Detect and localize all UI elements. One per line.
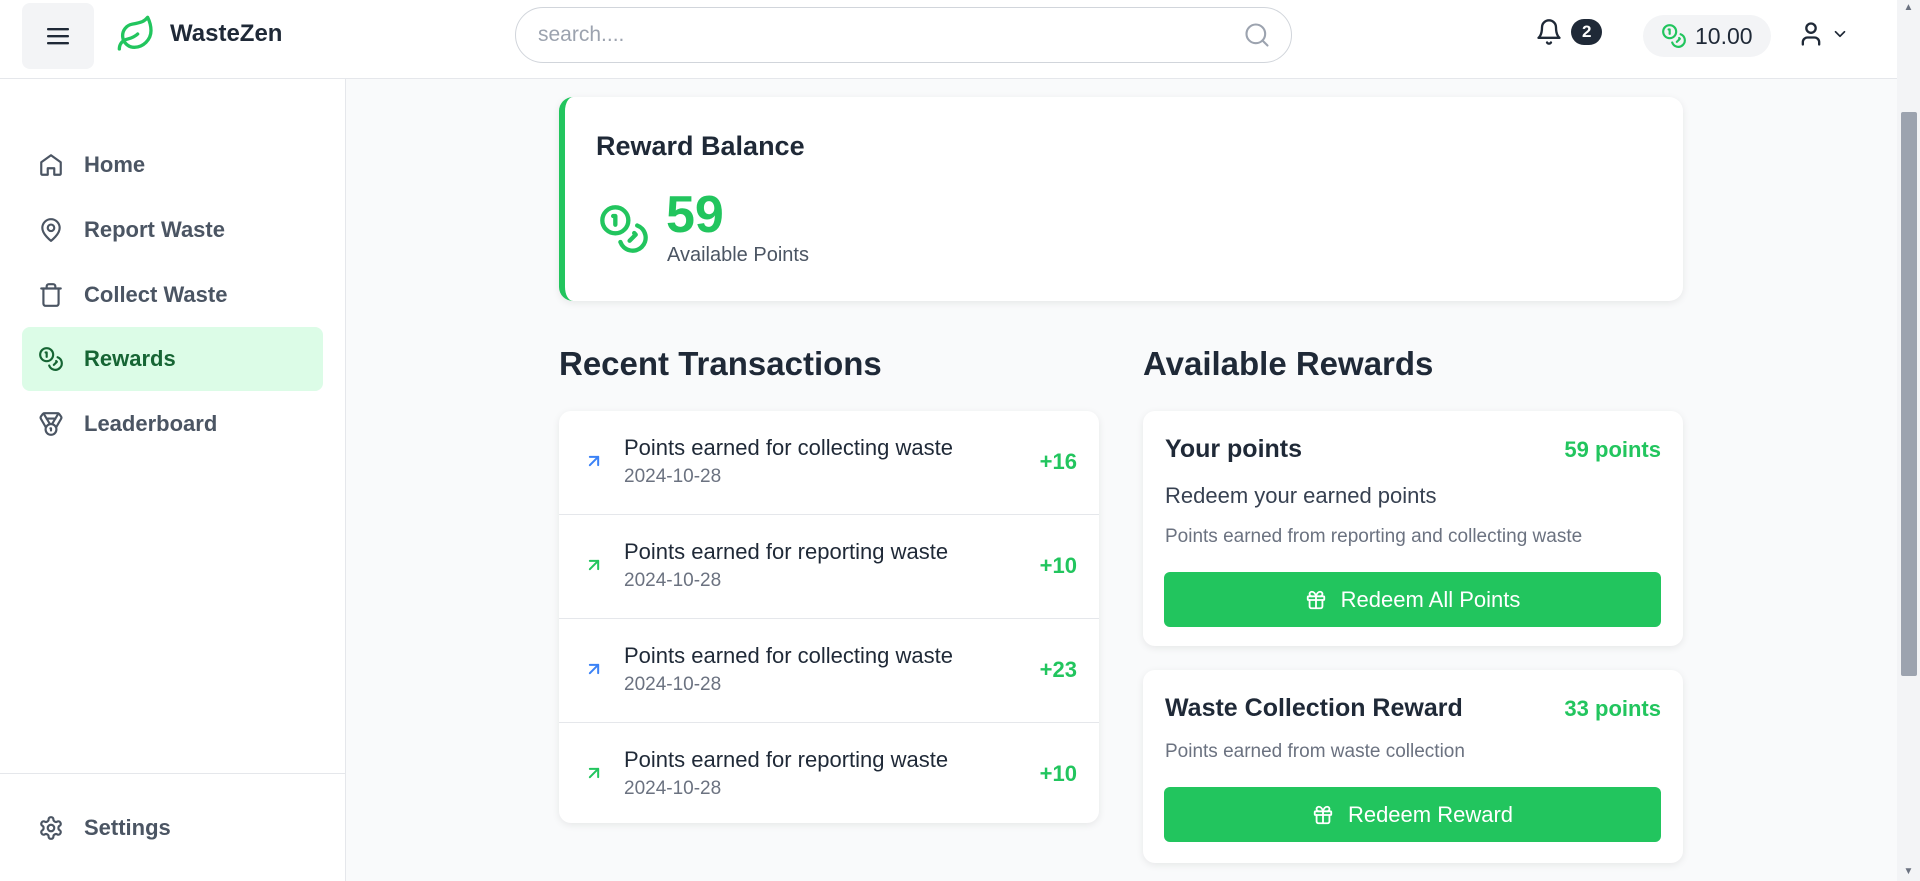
- coins-icon: [600, 205, 648, 253]
- transaction-date: 2024-10-28: [624, 570, 722, 591]
- reward-description: Points earned from reporting and collect…: [1165, 526, 1583, 547]
- reward-balance-title: Reward Balance: [596, 131, 805, 161]
- button-label: Redeem All Points: [1340, 586, 1521, 612]
- home-icon: [40, 154, 62, 176]
- reward-name: Waste Collection Reward: [1165, 694, 1463, 722]
- scroll-thumb[interactable]: [1901, 112, 1917, 676]
- transaction-date: 2024-10-28: [624, 674, 722, 695]
- search-bar[interactable]: [515, 7, 1292, 63]
- page-scrollbar[interactable]: ▲ ▼: [1897, 0, 1920, 881]
- transaction-row: Points earned for reporting waste 2024-1…: [559, 515, 1099, 619]
- search-icon[interactable]: [1243, 21, 1271, 49]
- reward-points: 33 points: [1564, 696, 1661, 721]
- sidebar-item-settings[interactable]: Settings: [22, 796, 323, 860]
- scroll-up-arrow[interactable]: ▲: [1897, 2, 1920, 13]
- sidebar: Home Report Waste Collect Waste Rewards …: [0, 79, 346, 881]
- hamburger-icon: [47, 28, 69, 45]
- transaction-amount: +23: [1039, 657, 1077, 682]
- reward-description: Points earned from waste collection: [1165, 741, 1465, 762]
- available-rewards-title: Available Rewards: [1143, 345, 1434, 382]
- reward-card-waste-collection: Waste Collection Reward 33 points Points…: [1143, 670, 1683, 863]
- top-header: WasteZen 2 10.00: [0, 0, 1897, 79]
- sidebar-item-label: Rewards: [84, 346, 176, 371]
- gift-icon: [1306, 590, 1325, 609]
- notifications-button[interactable]: 2: [1535, 18, 1603, 46]
- sidebar-item-label: Leaderboard: [84, 411, 218, 436]
- coins-icon: [1662, 24, 1686, 48]
- sidebar-item-collect-waste[interactable]: Collect Waste: [22, 263, 323, 327]
- sidebar-item-leaderboard[interactable]: Leaderboard: [22, 392, 323, 456]
- reward-card-your-points: Your points 59 points Redeem your earned…: [1143, 411, 1683, 646]
- transaction-date: 2024-10-28: [624, 466, 722, 487]
- app-logo[interactable]: WasteZen: [116, 14, 282, 54]
- notification-badge: 2: [1571, 19, 1603, 45]
- medal-icon: [39, 412, 63, 436]
- app-name: WasteZen: [170, 20, 283, 47]
- balance-display: 10.00: [1643, 15, 1771, 57]
- transaction-date: 2024-10-28: [624, 778, 722, 799]
- transaction-description: Points earned for reporting waste: [624, 747, 949, 772]
- arrow-up-right-icon: [588, 559, 600, 571]
- leaf-icon: [117, 15, 153, 51]
- sidebar-item-home[interactable]: Home: [22, 133, 323, 197]
- transaction-description: Points earned for collecting waste: [624, 435, 953, 460]
- chevron-down-icon: [1834, 30, 1846, 38]
- reward-subtitle: Redeem your earned points: [1165, 483, 1437, 508]
- menu-button[interactable]: [22, 3, 94, 69]
- map-pin-icon: [41, 218, 61, 242]
- transaction-row: Points earned for collecting waste 2024-…: [559, 619, 1099, 723]
- reward-name: Your points: [1165, 435, 1303, 463]
- coins-icon: [39, 347, 63, 371]
- sidebar-item-label: Settings: [84, 815, 171, 840]
- arrow-up-right-icon: [588, 767, 600, 779]
- bell-icon: [1537, 19, 1561, 45]
- balance-value: 10.00: [1695, 22, 1753, 49]
- transaction-amount: +10: [1039, 553, 1077, 578]
- sidebar-item-label: Collect Waste: [84, 282, 228, 307]
- sidebar-item-label: Report Waste: [84, 217, 225, 242]
- sidebar-item-rewards[interactable]: Rewards: [22, 327, 323, 391]
- sidebar-item-label: Home: [84, 152, 146, 177]
- transaction-amount: +10: [1039, 761, 1077, 786]
- user-icon: [1801, 22, 1821, 46]
- search-input[interactable]: [538, 23, 1243, 47]
- scroll-down-arrow[interactable]: ▼: [1897, 866, 1920, 877]
- transaction-description: Points earned for collecting waste: [624, 643, 953, 668]
- user-menu-button[interactable]: [1797, 20, 1849, 48]
- recent-transactions-title: Recent Transactions: [559, 345, 882, 382]
- reward-balance-card: Reward Balance 59 Available Points: [559, 97, 1683, 301]
- redeem-all-points-button[interactable]: Redeem All Points: [1164, 572, 1661, 627]
- reward-points: 59 points: [1564, 437, 1661, 462]
- transaction-description: Points earned for reporting waste: [624, 539, 949, 564]
- gear-icon: [40, 816, 62, 840]
- gift-icon: [1313, 805, 1333, 824]
- trash-icon: [40, 283, 62, 307]
- transaction-amount: +16: [1039, 449, 1077, 474]
- transactions-list: Points earned for collecting waste 2024-…: [559, 411, 1099, 823]
- transaction-row: Points earned for collecting waste 2024-…: [559, 411, 1099, 515]
- sidebar-item-report-waste[interactable]: Report Waste: [22, 198, 323, 262]
- available-points-value: 59: [666, 186, 724, 244]
- arrow-up-right-icon: [588, 455, 600, 467]
- sidebar-divider: [0, 773, 346, 774]
- arrow-up-right-icon: [588, 663, 600, 675]
- button-label: Redeem Reward: [1347, 801, 1514, 827]
- redeem-reward-button[interactable]: Redeem Reward: [1164, 787, 1661, 842]
- available-points-label: Available Points: [667, 244, 809, 266]
- transaction-row: Points earned for reporting waste 2024-1…: [559, 723, 1099, 823]
